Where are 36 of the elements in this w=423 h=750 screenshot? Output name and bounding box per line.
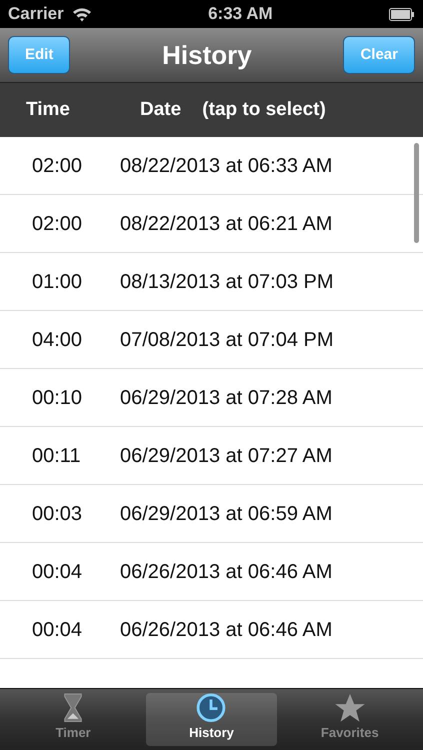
carrier-label: Carrier <box>8 3 64 26</box>
clear-button[interactable]: Clear <box>343 36 415 74</box>
screen-title: History <box>162 38 252 72</box>
column-header: Date (tap to select) <box>140 98 326 122</box>
time-cell-text: 00:04 <box>31 560 84 584</box>
time-cell-text: 01:00 <box>31 270 84 294</box>
tab-item[interactable]: History <box>146 693 277 746</box>
time-cell-text: 02:00 <box>31 212 84 236</box>
tab-label: History <box>189 724 234 742</box>
time-cell-text: 02:00 <box>31 154 84 178</box>
time-cell-text: 00:04 <box>31 618 84 642</box>
clock-label: 6:33 AM <box>208 3 273 26</box>
tab-item[interactable]: Favorites <box>284 693 415 746</box>
battery-icon <box>388 8 415 20</box>
date-cell-text: 06/29/2013 at 06:59 AM <box>120 502 332 526</box>
time-cell-text: 00:10 <box>31 386 84 410</box>
date-cell-text: 07/08/2013 at 07:04 PM <box>120 328 334 352</box>
wifi-icon <box>72 6 92 22</box>
date-cell-text: 06/29/2013 at 07:28 AM <box>120 386 332 410</box>
tab-label: Timer <box>56 724 91 742</box>
clock-icon <box>195 693 228 722</box>
star-icon <box>332 693 367 722</box>
date-cell-text: 08/13/2013 at 07:03 PM <box>120 270 334 294</box>
tab-item[interactable]: Timer <box>8 693 138 746</box>
hourglass-icon <box>62 693 84 722</box>
tab-label: Favorites <box>320 724 379 742</box>
date-cell-text: 08/22/2013 at 06:33 AM <box>120 154 332 178</box>
date-cell-text: 06/26/2013 at 06:46 AM <box>120 618 332 642</box>
time-cell-text: 04:00 <box>31 328 84 352</box>
edit-button[interactable]: Edit <box>8 36 70 74</box>
time-cell-text: 00:11 <box>31 444 82 468</box>
date-cell-text: 06/29/2013 at 07:27 AM <box>120 444 332 468</box>
time-cell-text: 00:03 <box>31 502 84 526</box>
date-cell-text: 06/26/2013 at 06:46 AM <box>120 560 332 584</box>
date-cell-text: 08/22/2013 at 06:21 AM <box>120 212 332 236</box>
column-header: Time <box>25 98 72 122</box>
